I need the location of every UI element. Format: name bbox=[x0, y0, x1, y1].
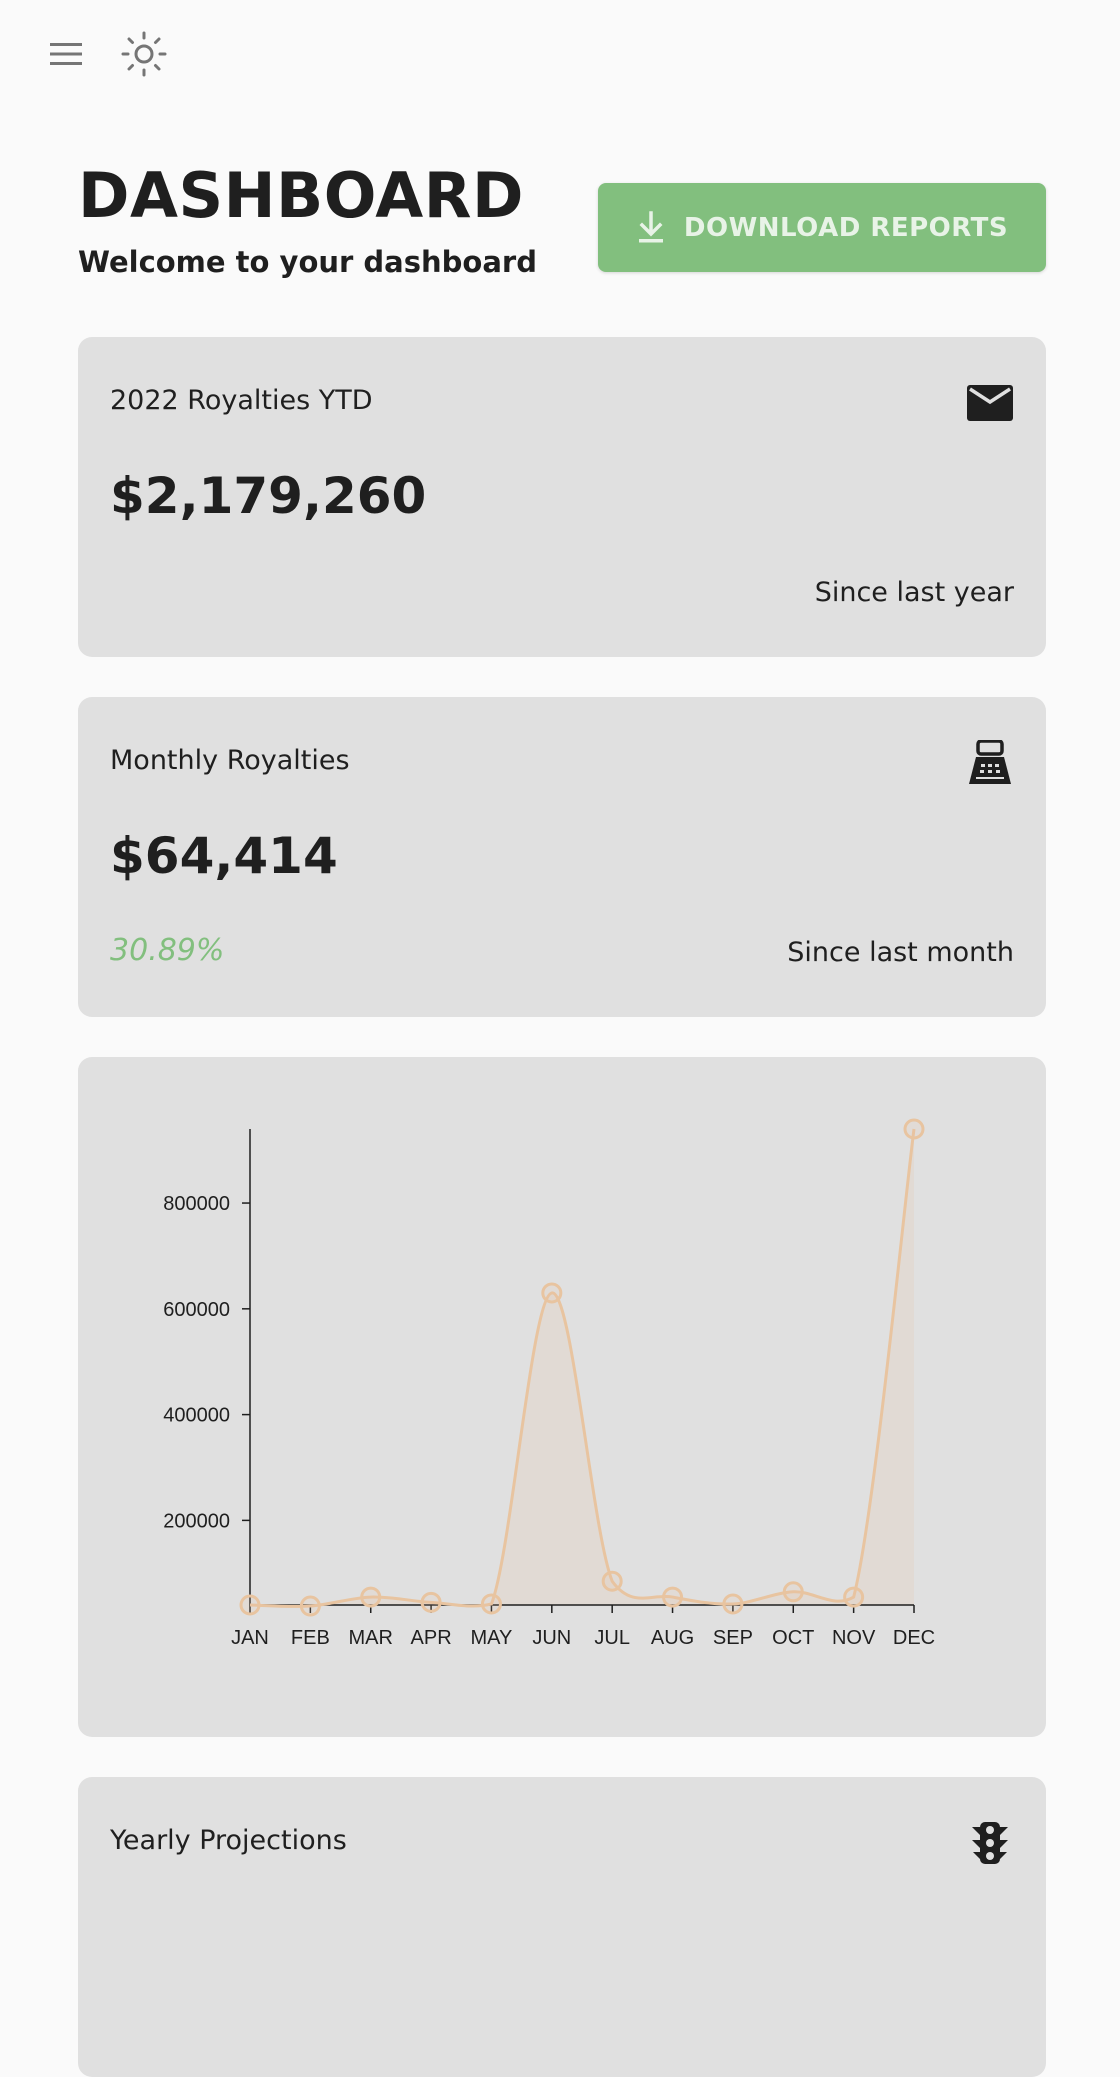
x-tick-label: JUN bbox=[532, 1627, 571, 1649]
data-point bbox=[239, 1594, 261, 1616]
data-point bbox=[601, 1570, 623, 1592]
royalties-line-chart: 200000 400000 600000 800000 JAN FEB MAR APR MAY J… bbox=[163, 1118, 935, 1649]
chart-area-fill bbox=[250, 1129, 914, 1607]
y-tick-label: 600000 bbox=[163, 1299, 230, 1321]
card-value: $64,414 bbox=[110, 827, 338, 885]
data-point bbox=[480, 1593, 502, 1615]
x-tick-label: FEB bbox=[291, 1627, 330, 1649]
theme-toggle-button[interactable] bbox=[116, 26, 172, 82]
data-point bbox=[662, 1586, 684, 1608]
data-point bbox=[903, 1118, 925, 1140]
x-tick-label: AUG bbox=[651, 1627, 694, 1649]
x-tick-label: NOV bbox=[832, 1627, 876, 1649]
hamburger-menu-icon bbox=[50, 43, 82, 65]
y-tick-label: 400000 bbox=[163, 1405, 230, 1427]
data-point bbox=[843, 1586, 865, 1608]
data-point bbox=[420, 1591, 442, 1613]
menu-button[interactable] bbox=[38, 26, 94, 82]
card-since-label: Since last year bbox=[814, 577, 1014, 608]
top-bar bbox=[0, 0, 1120, 110]
card-label: Yearly Projections bbox=[110, 1825, 347, 1856]
page-subtitle: Welcome to your dashboard bbox=[78, 245, 537, 279]
x-tick-label: SEP bbox=[713, 1627, 753, 1649]
card-value: $2,179,260 bbox=[110, 467, 427, 525]
card-label: Monthly Royalties bbox=[110, 745, 350, 776]
download-icon bbox=[638, 210, 663, 242]
x-tick-label: MAR bbox=[349, 1627, 393, 1649]
y-tick-label: 200000 bbox=[163, 1510, 230, 1532]
data-point bbox=[722, 1593, 744, 1615]
x-tick-label: MAY bbox=[471, 1627, 513, 1649]
x-tick-label: OCT bbox=[772, 1627, 814, 1649]
card-label: 2022 Royalties YTD bbox=[110, 385, 373, 416]
card-since-label: Since last month bbox=[787, 937, 1014, 968]
y-tick-label: 800000 bbox=[163, 1193, 230, 1215]
sun-icon bbox=[121, 31, 167, 77]
page-title: DASHBOARD bbox=[78, 159, 524, 232]
data-point bbox=[541, 1282, 563, 1304]
download-reports-label: DOWNLOAD REPORTS bbox=[683, 212, 1009, 243]
download-reports-button[interactable]: DOWNLOAD REPORTS bbox=[598, 183, 1046, 272]
page-header: DASHBOARD Welcome to your dashboard DOWN… bbox=[78, 160, 1046, 290]
data-point bbox=[299, 1595, 321, 1617]
x-tick-label: APR bbox=[411, 1627, 452, 1649]
x-tick-label: JAN bbox=[231, 1627, 269, 1649]
royalties-chart-card: 200000 400000 600000 800000 JAN FEB MAR APR MAY J… bbox=[78, 1057, 1046, 1737]
traffic-light-icon bbox=[966, 1819, 1014, 1867]
data-point bbox=[782, 1581, 804, 1603]
data-point bbox=[360, 1586, 382, 1608]
royalties-ytd-card: 2022 Royalties YTD $2,179,260 Since last… bbox=[78, 337, 1046, 657]
yearly-projections-card: Yearly Projections bbox=[78, 1777, 1046, 2077]
x-tick-label: JUL bbox=[594, 1627, 630, 1649]
percent-change: 30.89% bbox=[110, 933, 225, 968]
email-icon bbox=[966, 379, 1014, 427]
fax-icon bbox=[966, 739, 1014, 787]
x-tick-label: DEC bbox=[893, 1627, 935, 1649]
monthly-royalties-card: Monthly Royalties $64,414 30.89% Since l… bbox=[78, 697, 1046, 1017]
